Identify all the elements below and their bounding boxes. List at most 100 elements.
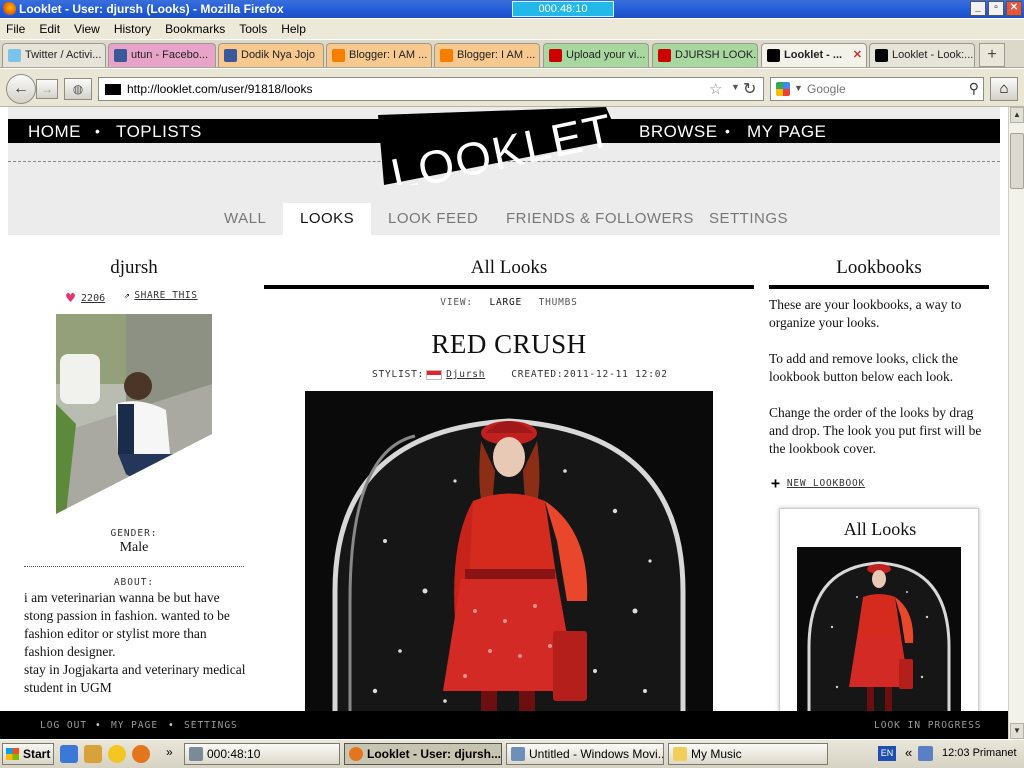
minimize-button[interactable]: _	[970, 1, 986, 16]
browser-tab[interactable]: Looklet - Look:...	[869, 43, 975, 67]
close-window-button[interactable]: ✕	[1006, 1, 1022, 16]
menu-edit[interactable]: Edit	[39, 22, 60, 36]
windows-logo-icon	[6, 748, 19, 760]
search-icon[interactable]: ⚲	[969, 80, 979, 97]
search-engine-dropdown-icon[interactable]: ▼	[794, 83, 803, 93]
menu-view[interactable]: View	[74, 22, 100, 36]
nav-toplists[interactable]: TOPLISTS	[116, 122, 202, 142]
firefox-icon[interactable]	[132, 745, 150, 763]
url-input[interactable]	[127, 81, 697, 97]
looks-heading: All Looks	[470, 257, 548, 278]
stylist-label: STYLIST:	[372, 369, 425, 380]
scroll-up-icon[interactable]: ▲	[1010, 107, 1024, 123]
ie-icon[interactable]	[60, 745, 78, 763]
browser-tab[interactable]: DJURSH LOOK...	[652, 43, 758, 67]
google-icon[interactable]	[776, 82, 790, 96]
tab-settings[interactable]: SETTINGS	[709, 203, 788, 235]
footer-logout[interactable]: LOG OUT	[40, 720, 87, 731]
firefox-icon	[349, 747, 363, 761]
menu-file[interactable]: File	[6, 22, 25, 36]
tab-label: Looklet - Look:...	[892, 49, 974, 61]
gender-label: GENDER:	[110, 528, 158, 539]
tray-expand-icon[interactable]: «	[905, 745, 912, 760]
tab-friends-followers[interactable]: FRIENDS & FOLLOWERS	[506, 203, 694, 235]
profile-subnav: WALL LOOKS LOOK FEED FRIENDS & FOLLOWERS…	[8, 203, 1000, 235]
scroll-thumb[interactable]	[1010, 133, 1024, 189]
home-button[interactable]: ⌂	[990, 77, 1018, 101]
taskbar-button-active[interactable]: Looklet - User: djursh...	[344, 743, 502, 765]
new-lookbook-link[interactable]: NEW LOOKBOOK	[787, 478, 865, 489]
back-button[interactable]: ←	[6, 74, 36, 104]
lookbook-cover-image[interactable]	[797, 547, 961, 711]
browser-tab[interactable]: Dodik Nya Jojo	[218, 43, 324, 67]
maximize-button[interactable]: ▫	[988, 1, 1004, 16]
forward-button[interactable]: →	[36, 79, 58, 99]
likes-count-link[interactable]: 2206	[81, 293, 105, 304]
browser-tab[interactable]: Twitter / Activi...	[2, 43, 106, 67]
reload-icon[interactable]: ↻	[743, 79, 756, 99]
stylist-link[interactable]: Djursh	[446, 369, 485, 380]
look-title[interactable]: RED CRUSH	[264, 329, 754, 360]
taskbar-button[interactable]: 000:48:10	[184, 743, 340, 765]
footer-separator: •	[168, 720, 175, 731]
tab-look-feed[interactable]: LOOK FEED	[388, 203, 478, 235]
menu-help[interactable]: Help	[281, 22, 306, 36]
lookbooks-heading-rule	[769, 285, 989, 289]
history-dropdown-icon[interactable]: ▼	[731, 82, 740, 92]
messenger-icon[interactable]	[108, 745, 126, 763]
taskbar-button-label: My Music	[691, 747, 742, 761]
quicklaunch-more-icon[interactable]: »	[166, 745, 173, 759]
lookbooks-paragraph: To add and remove looks, click the lookb…	[769, 351, 959, 384]
browser-tab[interactable]: Blogger: I AM ...	[434, 43, 540, 67]
vertical-scrollbar[interactable]: ▲ ▼	[1008, 107, 1024, 739]
about-label: ABOUT:	[113, 577, 155, 588]
web-page: HOME • TOPLISTS BROWSE • MY PAGE LOOKLET…	[0, 107, 1008, 711]
plus-icon[interactable]: +	[771, 474, 781, 492]
bookmark-star-icon[interactable]: ☆	[709, 80, 722, 98]
footer-settings[interactable]: SETTINGS	[184, 720, 238, 731]
lookbooks-heading: Lookbooks	[836, 257, 922, 278]
menu-tools[interactable]: Tools	[239, 22, 267, 36]
site-identity-button[interactable]: ◍	[64, 78, 92, 100]
view-switcher: VIEW: LARGE THUMBS	[264, 297, 754, 308]
browser-tab[interactable]: Blogger: I AM ...	[326, 43, 432, 67]
menu-bookmarks[interactable]: Bookmarks	[165, 22, 225, 36]
profile-avatar	[56, 314, 212, 514]
search-input[interactable]	[807, 81, 957, 97]
taskbar-button[interactable]: Untitled - Windows Movi...	[506, 743, 664, 765]
nav-home[interactable]: HOME	[28, 122, 81, 142]
system-tray: EN « 12:03 Primanet	[878, 743, 1024, 765]
lookbook-card[interactable]: All Looks	[779, 508, 979, 711]
tab-looks[interactable]: LOOKS	[283, 203, 372, 235]
start-button[interactable]: Start	[2, 743, 54, 765]
share-link[interactable]: SHARE THIS	[134, 290, 197, 301]
search-bar[interactable]: ▼ ⚲	[770, 77, 984, 101]
look-image[interactable]	[305, 391, 713, 711]
nav-browse[interactable]: BROWSE	[639, 122, 718, 142]
new-tab-button[interactable]: +	[979, 43, 1005, 67]
browser-tab[interactable]: utun - Facebo...	[108, 43, 216, 67]
tab-wall[interactable]: WALL	[224, 203, 266, 235]
scroll-down-icon[interactable]: ▼	[1010, 723, 1024, 739]
lookbooks-paragraph: Change the order of the looks by drag an…	[769, 405, 982, 456]
browser-tab[interactable]: Upload your vi...	[543, 43, 649, 67]
profile-divider	[24, 566, 244, 567]
tab-label: Blogger: I AM ...	[349, 49, 428, 61]
share-icon[interactable]: ⇗	[124, 290, 130, 301]
language-indicator[interactable]: EN	[878, 746, 896, 761]
heart-icon[interactable]: ♥	[66, 289, 75, 307]
footer-my-page[interactable]: MY PAGE	[111, 720, 158, 731]
nav-my-page[interactable]: MY PAGE	[747, 122, 826, 142]
looklet-logo[interactable]: LOOKLET	[378, 107, 620, 185]
menu-history[interactable]: History	[114, 22, 151, 36]
browser-tab-active[interactable]: Looklet - ... ✕	[761, 43, 867, 67]
network-icon[interactable]	[918, 746, 933, 761]
url-bar[interactable]: ☆ ▼ ↻	[98, 77, 764, 101]
close-tab-icon[interactable]: ✕	[853, 44, 862, 66]
tab-label: Upload your vi...	[566, 49, 646, 61]
view-large-option[interactable]: LARGE	[489, 297, 522, 308]
view-thumbs-option[interactable]: THUMBS	[539, 297, 578, 308]
taskbar-button[interactable]: My Music	[668, 743, 828, 765]
profile-username: djursh	[110, 257, 158, 278]
quicklaunch-icon[interactable]	[84, 745, 102, 763]
